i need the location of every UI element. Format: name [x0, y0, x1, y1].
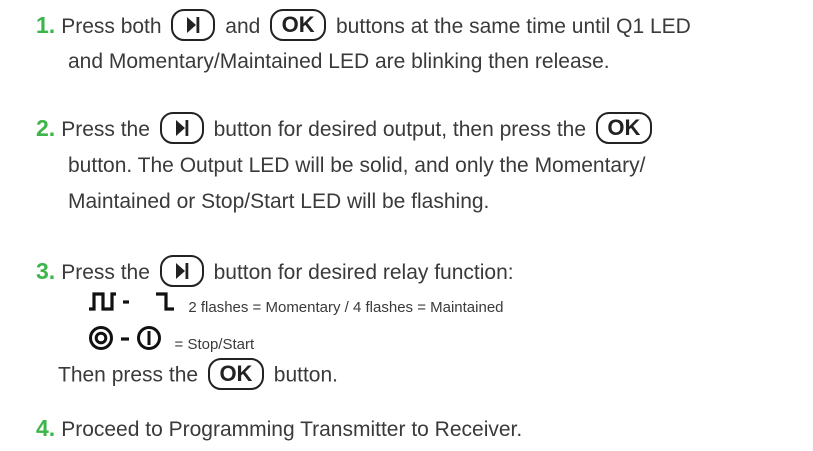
- arrow-button[interactable]: [159, 255, 204, 288]
- step-text: Press the: [61, 261, 150, 284]
- momentary-pulse-icon: [89, 292, 129, 311]
- step-number: 1.: [36, 12, 56, 38]
- step-text: Press both: [61, 15, 162, 38]
- step-2-line-2: button. The Output LED will be solid, an…: [68, 154, 646, 177]
- option-stop-start: = Stop/Start: [88, 326, 255, 357]
- next-arrow-icon: [187, 17, 200, 34]
- step-text: Then press the: [58, 363, 199, 387]
- step-1-line-1: 1. Press both and OK buttons at the same …: [36, 9, 691, 42]
- start-icon: [137, 326, 162, 350]
- ok-button[interactable]: OK: [595, 112, 652, 145]
- step-3-then: Then press the OK button.: [58, 358, 339, 390]
- step-text: button.: [273, 363, 339, 387]
- arrow-button[interactable]: [159, 112, 204, 145]
- step-3-line-1: 3. Press the button for desired relay fun…: [36, 255, 514, 288]
- option-momentary-maintained: 2 flashes = Momentary / 4 flashes = Main…: [88, 292, 504, 322]
- step-text: Proceed to Programming Transmitter to Re…: [61, 418, 523, 441]
- ok-button[interactable]: OK: [270, 9, 327, 42]
- step-4-line-1: 4. Proceed to Programming Transmitter to …: [36, 413, 522, 443]
- dash-icon: [121, 337, 130, 341]
- step-text: buttons at the same time until Q1 LED: [336, 15, 691, 38]
- option-text: 2 flashes = Momentary / 4 flashes = Main…: [188, 299, 504, 317]
- step-1-line-2: and Momentary/Maintained LED are blinkin…: [68, 50, 610, 73]
- arrow-button[interactable]: [171, 9, 216, 42]
- step-text: button for desired relay function:: [213, 261, 514, 284]
- step-number: 2.: [36, 115, 56, 141]
- stop-icon: [89, 326, 113, 350]
- step-2-line-3: Maintained or Stop/Start LED will be fla…: [68, 190, 490, 213]
- step-2-line-1: 2. Press the button for desired output, t…: [36, 112, 656, 145]
- step-text: Press the: [61, 118, 150, 141]
- next-arrow-icon: [175, 120, 189, 137]
- symbol-group: [88, 325, 162, 362]
- step-text: and: [225, 15, 261, 38]
- next-arrow-icon: [175, 263, 189, 280]
- step-text: button for desired output, then press th…: [213, 118, 587, 141]
- step-number: 4.: [36, 415, 56, 441]
- symbol-group: [88, 290, 176, 323]
- option-text: = Stop/Start: [174, 336, 255, 354]
- ok-button[interactable]: OK: [207, 358, 264, 390]
- step-number: 3.: [36, 258, 56, 284]
- maintained-step-icon: [156, 292, 175, 311]
